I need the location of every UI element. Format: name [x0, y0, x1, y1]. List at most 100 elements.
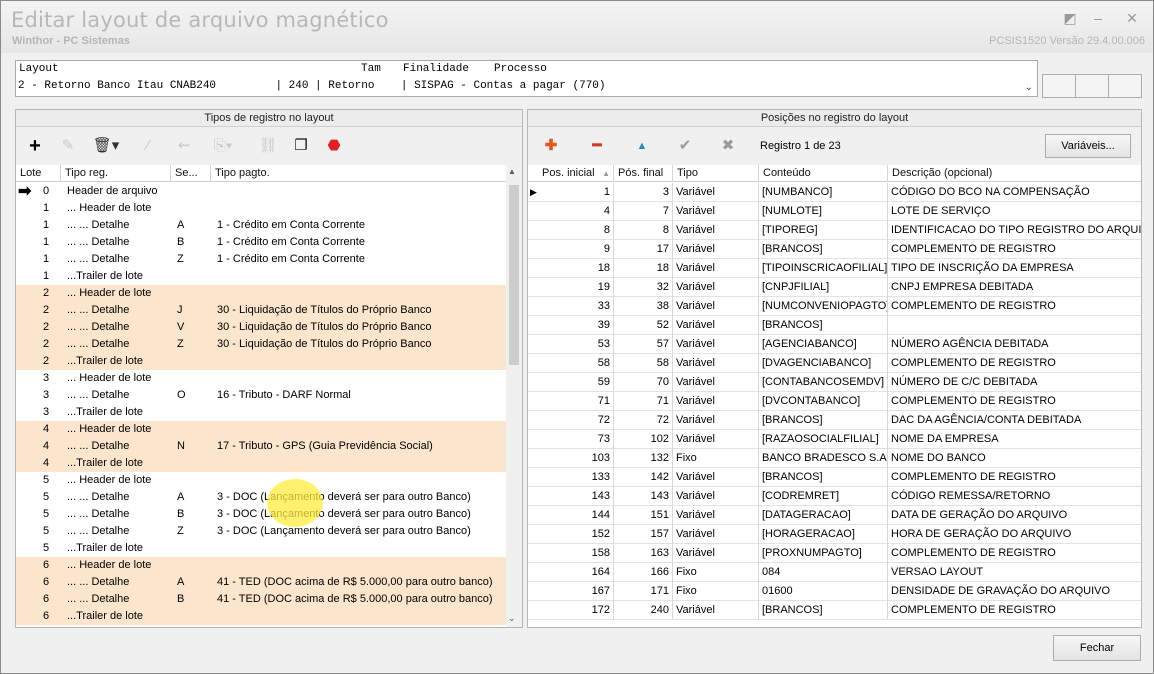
record-type-row[interactable]: 1 ... ... Detalhe B 1 - Crédito em Conta Co… — [16, 234, 506, 251]
copy-layout-icon[interactable]: ⎘▾ — [208, 137, 238, 155]
cell-pos-final: 240 — [614, 601, 673, 620]
minimize-icon[interactable]: – — [1089, 9, 1107, 27]
cell-pagto: 1 - Crédito em Conta Corrente — [217, 219, 365, 231]
hierarchy-icon[interactable]: ⛓ — [258, 137, 278, 155]
record-type-row[interactable]: 1 ...Trailer de lote — [16, 268, 506, 285]
record-type-row[interactable]: 2 ... ... Detalhe J 30 - Liquidação de Títu… — [16, 302, 506, 319]
record-type-row[interactable]: 5 ... ... Detalhe Z 3 - DOC (Lançamento dev… — [16, 523, 506, 540]
position-row[interactable]: 8 8 Variável [TIPOREG] IDENTIFICACAO DO TIPO… — [528, 221, 1141, 240]
variables-button[interactable]: Variáveis... — [1045, 134, 1131, 158]
close-button[interactable]: Fechar — [1053, 635, 1141, 661]
position-row[interactable]: 59 70 Variável [CONTABANCOSEMDV] NÚMERO DE C… — [528, 373, 1141, 392]
position-row[interactable]: 172 240 Variável [BRANCOS] COMPLEMENTO DE RE… — [528, 601, 1141, 620]
chevron-down-icon[interactable]: ⌄ — [1025, 82, 1033, 93]
cell-tipo: Variável — [673, 392, 759, 411]
position-row[interactable]: 144 151 Variável [DATAGERACAO] DATA DE GERAÇ… — [528, 506, 1141, 525]
add-icon[interactable]: + — [25, 136, 45, 156]
record-type-row[interactable]: 5 ... ... Detalhe A 3 - DOC (Lançamento dev… — [16, 489, 506, 506]
cell-pos-final: 18 — [614, 259, 673, 278]
col-tipo[interactable]: Tipo — [673, 165, 759, 182]
position-row[interactable]: 72 72 Variável [BRANCOS] DAC DA AGÊNCIA/CONT… — [528, 411, 1141, 430]
cell-conteudo: [CONTABANCOSEMDV] — [759, 373, 888, 392]
position-row[interactable]: 39 52 Variável [BRANCOS] — [528, 316, 1141, 335]
position-row[interactable]: 143 143 Variável [CODREMRET] CÓDIGO REMESSA/… — [528, 487, 1141, 506]
record-type-row[interactable]: 5 ... ... Detalhe B 3 - DOC (Lançamento dev… — [16, 506, 506, 523]
scroll-thumb[interactable] — [509, 185, 519, 365]
layout-select[interactable]: Layout Tam Finalidade Processo 2 - Retor… — [15, 60, 1038, 97]
col-descricao[interactable]: Descrição (opcional) — [888, 165, 1141, 182]
alert-icon[interactable]: ⬣ — [324, 137, 344, 155]
cell-descricao: LOTE DE SERVIÇO — [891, 205, 991, 217]
record-type-row[interactable]: 3 ... ... Detalhe O 16 - Tributo - DARF Nor… — [16, 387, 506, 404]
position-row[interactable]: 103 132 Fixo BANCO BRADESCO S.A. NOME DO BAN… — [528, 449, 1141, 468]
record-types-title: Tipos de registro no layout — [16, 110, 522, 127]
record-type-row[interactable]: 1 ... ... Detalhe A 1 - Crédito em Conta Co… — [16, 217, 506, 234]
scroll-up-icon[interactable]: ▲ — [508, 167, 516, 176]
restore-icon[interactable]: ◩ — [1061, 9, 1079, 27]
layout-value: 2 - Retorno Banco Itau CNAB240 | 240 | R… — [18, 80, 606, 92]
record-type-row[interactable]: 1 ... ... Detalhe Z 1 - Crédito em Conta Co… — [16, 251, 506, 268]
scroll-down-icon[interactable]: ⌄ — [508, 613, 516, 624]
position-row[interactable]: ▶ 1 3 Variável [NUMBANCO] CÓDIGO DO BCO NA CO… — [528, 183, 1141, 202]
position-row[interactable]: 53 57 Variável [AGENCIABANCO] NÚMERO AGÊNCIA… — [528, 335, 1141, 354]
side-button-3[interactable] — [1108, 74, 1142, 98]
position-row[interactable]: 19 32 Variável [CNPJFILIAL] CNPJ EMPRESA DEB… — [528, 278, 1141, 297]
record-type-row[interactable]: 2 ... ... Detalhe V 30 - Liquidação de Títu… — [16, 319, 506, 336]
side-button-2[interactable] — [1075, 74, 1109, 98]
record-type-row[interactable]: 4 ... Header de lote — [16, 421, 506, 438]
record-type-row[interactable]: 2 ... Header de lote — [16, 285, 506, 302]
position-row[interactable]: 133 142 Variável [BRANCOS] COMPLEMENTO DE RE… — [528, 468, 1141, 487]
record-type-row[interactable]: 5 ... Header de lote — [16, 472, 506, 489]
record-types-scrollbar[interactable]: ▲ ⌄ — [506, 165, 522, 627]
position-row[interactable]: 33 38 Variável [NUMCONVENIOPAGTO] COMPLEMENT… — [528, 297, 1141, 316]
remove-position-icon[interactable]: ━ — [587, 137, 607, 155]
pen-disabled-icon[interactable]: ⁄ — [138, 137, 158, 155]
position-row[interactable]: 152 157 Variável [HORAGERACAO] HORA DE GERAÇ… — [528, 525, 1141, 544]
cell-descricao: IDENTIFICACAO DO TIPO REGISTRO DO ARQUIV… — [891, 224, 1141, 236]
duplicate-icon[interactable]: ❐ — [291, 137, 311, 155]
position-row[interactable]: 18 18 Variável [TIPOINSCRICAOFILIAL] TIPO DE… — [528, 259, 1141, 278]
record-type-row[interactable]: 6 ...Trailer de lote — [16, 608, 506, 625]
record-type-row[interactable]: ➡ 0 Header de arquivo — [16, 183, 506, 200]
cell-conteudo: [NUMCONVENIOPAGTO] — [759, 297, 888, 316]
record-type-row[interactable]: 1 ... Header de lote — [16, 200, 506, 217]
col-segmento[interactable]: Se... — [171, 165, 211, 182]
position-row[interactable]: 167 171 Fixo 01600 DENSIDADE DE GRAVAÇÃO DO … — [528, 582, 1141, 601]
record-type-row[interactable]: 3 ...Trailer de lote — [16, 404, 506, 421]
cell-pos-final: 72 — [614, 411, 673, 430]
cell-descricao: COMPLEMENTO DE REGISTRO — [891, 243, 1056, 255]
cell-pagto: 30 - Liquidação de Títulos do Próprio Ba… — [217, 338, 432, 350]
position-row[interactable]: 58 58 Variável [DVAGENCIABANCO] COMPLEMENTO … — [528, 354, 1141, 373]
edit-pen-icon[interactable]: ✎ — [58, 137, 78, 155]
record-type-row[interactable]: 2 ...Trailer de lote — [16, 353, 506, 370]
col-tipo-reg[interactable]: Tipo reg. — [61, 165, 171, 182]
close-icon[interactable]: ✕ — [1123, 9, 1141, 27]
move-up-icon[interactable]: ▲ — [632, 137, 652, 155]
position-row[interactable]: 164 166 Fixo 084 VERSAO LAYOUT — [528, 563, 1141, 582]
col-conteudo[interactable]: Conteúdo — [759, 165, 888, 182]
record-type-row[interactable]: 3 ... Header de lote — [16, 370, 506, 387]
record-type-row[interactable]: 4 ...Trailer de lote — [16, 455, 506, 472]
move-left-icon[interactable]: ⇜ — [174, 137, 194, 155]
add-position-icon[interactable]: ✚ — [541, 137, 561, 155]
position-row[interactable]: 9 17 Variável [BRANCOS] COMPLEMENTO DE REGIS… — [528, 240, 1141, 259]
confirm-icon[interactable]: ✔ — [675, 137, 695, 155]
record-type-row[interactable]: 6 ... Header de lote — [16, 557, 506, 574]
position-row[interactable]: 73 102 Variável [RAZAOSOCIALFILIAL] NOME DA … — [528, 430, 1141, 449]
position-row[interactable]: 71 71 Variável [DVCONTABANCO] COMPLEMENTO DE… — [528, 392, 1141, 411]
col-tipo-pagto[interactable]: Tipo pagto. — [211, 165, 506, 182]
record-type-row[interactable]: 6 ... ... Detalhe A 41 - TED (DOC acima de … — [16, 574, 506, 591]
position-row[interactable]: 4 7 Variável [NUMLOTE] LOTE DE SERVIÇO — [528, 202, 1141, 221]
record-type-row[interactable]: 6 ... ... Detalhe B 41 - TED (DOC acima de … — [16, 591, 506, 608]
position-row[interactable]: 158 163 Variável [PROXNUMPAGTO] COMPLEMENTO … — [528, 544, 1141, 563]
record-type-row[interactable]: 4 ... ... Detalhe N 17 - Tributo - GPS (Gui… — [16, 438, 506, 455]
record-type-row[interactable]: 5 ...Trailer de lote — [16, 540, 506, 557]
record-type-row[interactable]: 2 ... ... Detalhe Z 30 - Liquidação de Títu… — [16, 336, 506, 353]
cancel-icon[interactable]: ✖ — [718, 137, 738, 155]
col-lote[interactable]: Lote — [16, 165, 61, 182]
col-pos-final[interactable]: Pós. final — [614, 165, 673, 182]
delete-icon[interactable]: 🗑▾ — [89, 137, 123, 155]
col-pos-inicial[interactable]: Pos. inicial ▲ — [538, 165, 614, 182]
side-button-1[interactable] — [1042, 74, 1076, 98]
cell-lote: 2 — [43, 355, 50, 367]
